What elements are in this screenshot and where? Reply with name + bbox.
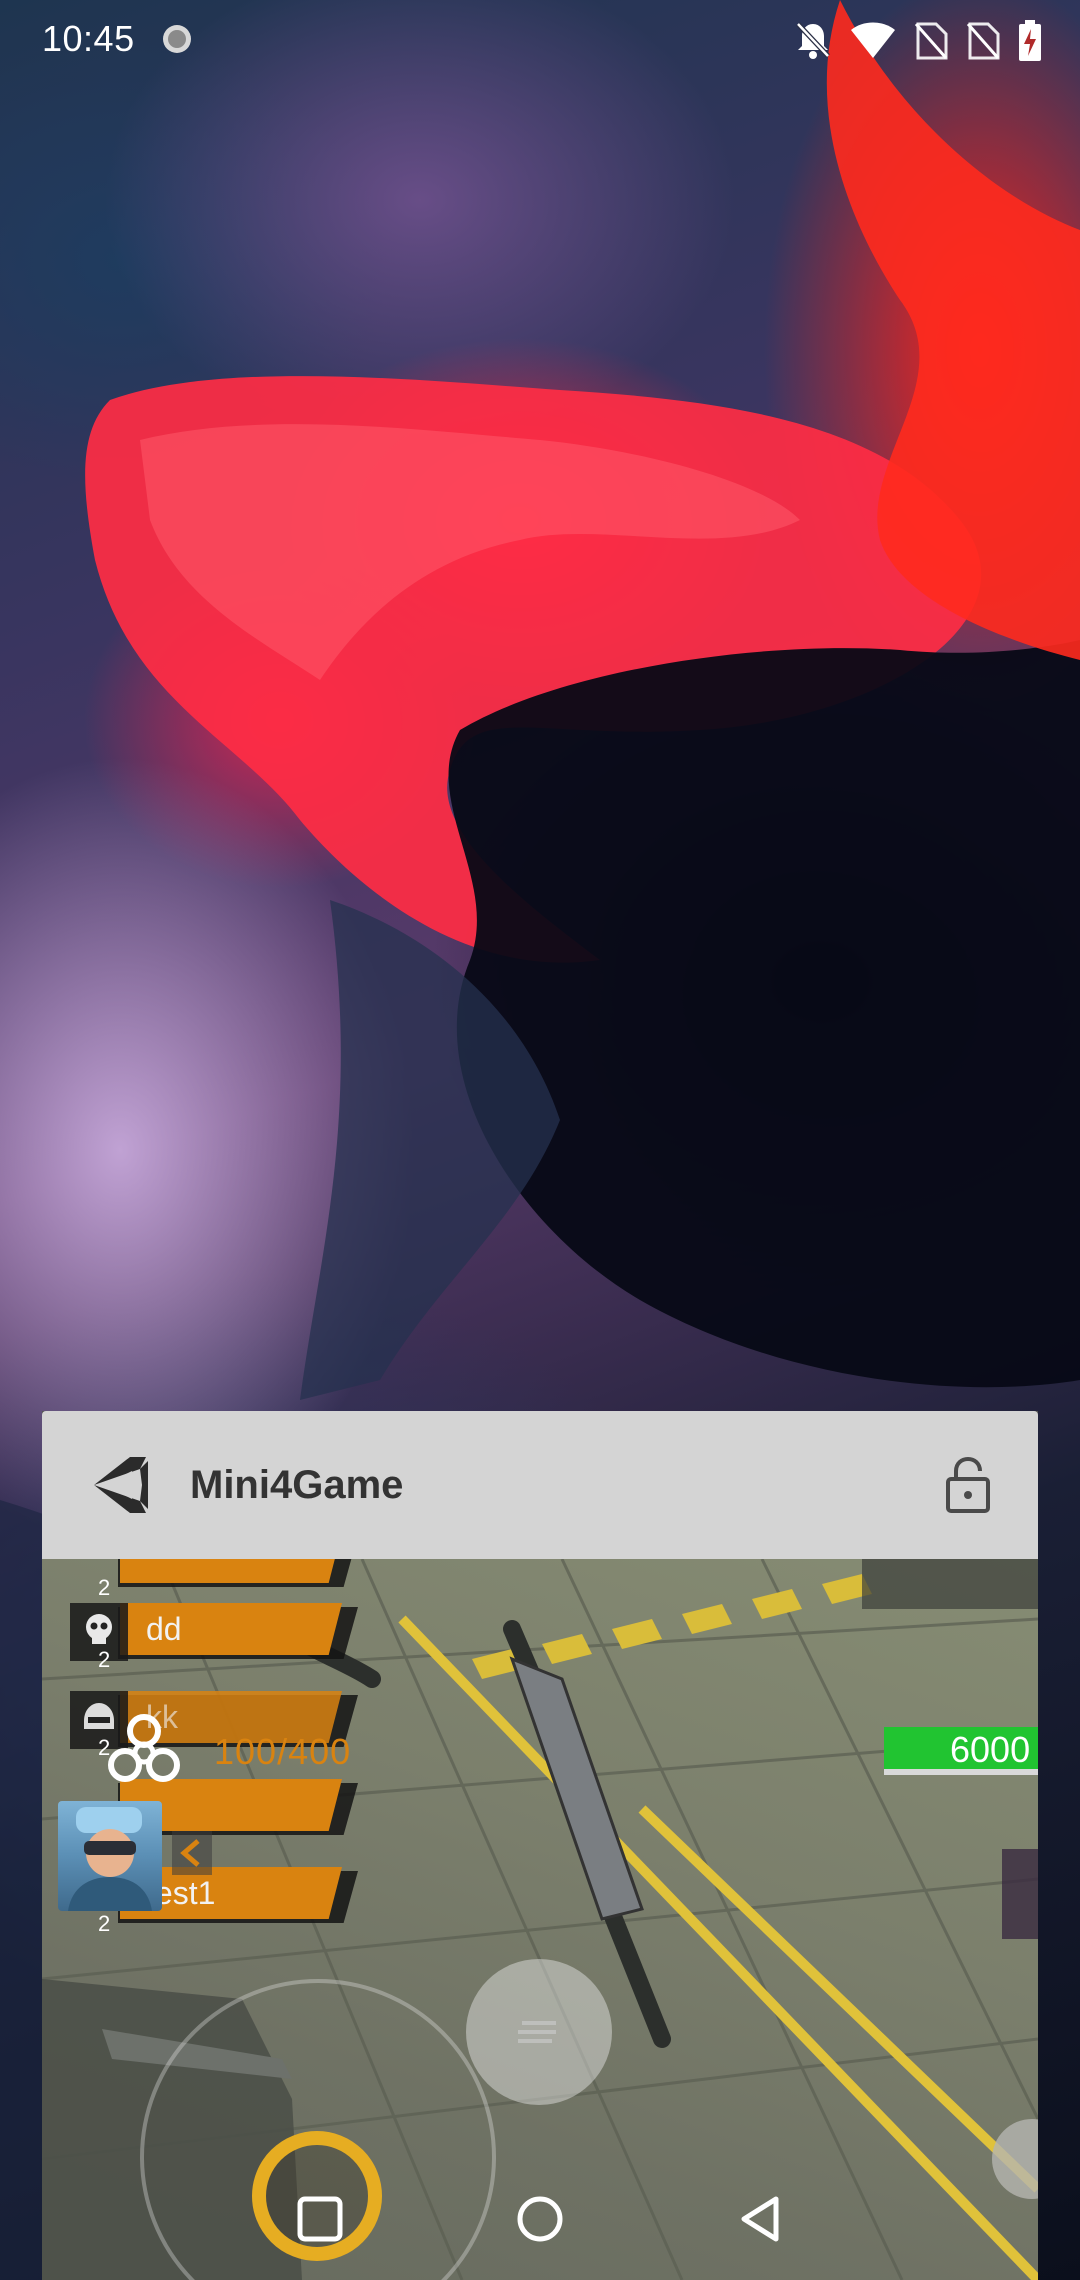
sync-icon [163,25,191,53]
back-chevron-icon[interactable] [172,1831,212,1875]
app-card-header[interactable]: Mini4Game [42,1411,1038,1559]
navigation-bar [0,2155,1080,2280]
avatar[interactable] [58,1801,162,1911]
wifi-icon [850,20,896,60]
chat-icon [518,2021,556,2043]
no-sim-icon [966,20,1000,60]
status-bar: 10:45 [0,0,1080,80]
status-icons [794,18,1042,62]
player-row[interactable]: dd 2 [70,1603,370,1672]
player-level: 2 [98,1575,111,1600]
player-level: 2 [98,1911,111,1936]
app-name: Mini4Game [190,1463,404,1507]
score-text: 6000 [950,1729,1031,1770]
battery-charging-icon [1018,20,1042,61]
chat-button[interactable] [466,1959,612,2105]
triangle-back-icon[interactable] [720,2179,800,2259]
player-bar [120,1559,342,1583]
square-icon[interactable] [280,2179,360,2259]
circle-icon[interactable] [500,2179,580,2259]
notifications-off-icon [794,20,832,60]
no-sim-icon [914,20,948,60]
player-name: dd [146,1611,182,1647]
status-time: 10:45 [42,18,135,59]
health-text: 100/400 [214,1731,352,1772]
biohazard-icon [108,1714,180,1782]
lock-open-icon[interactable] [944,1457,992,1513]
player-row[interactable]: 2 [70,1559,370,1600]
unity-logo-icon [94,1457,148,1513]
recent-app-card[interactable]: Mini4Game 2 dd 2 kk 2 test1 2 100/400 60… [42,1411,1038,2280]
player-level: 2 [98,1647,111,1672]
